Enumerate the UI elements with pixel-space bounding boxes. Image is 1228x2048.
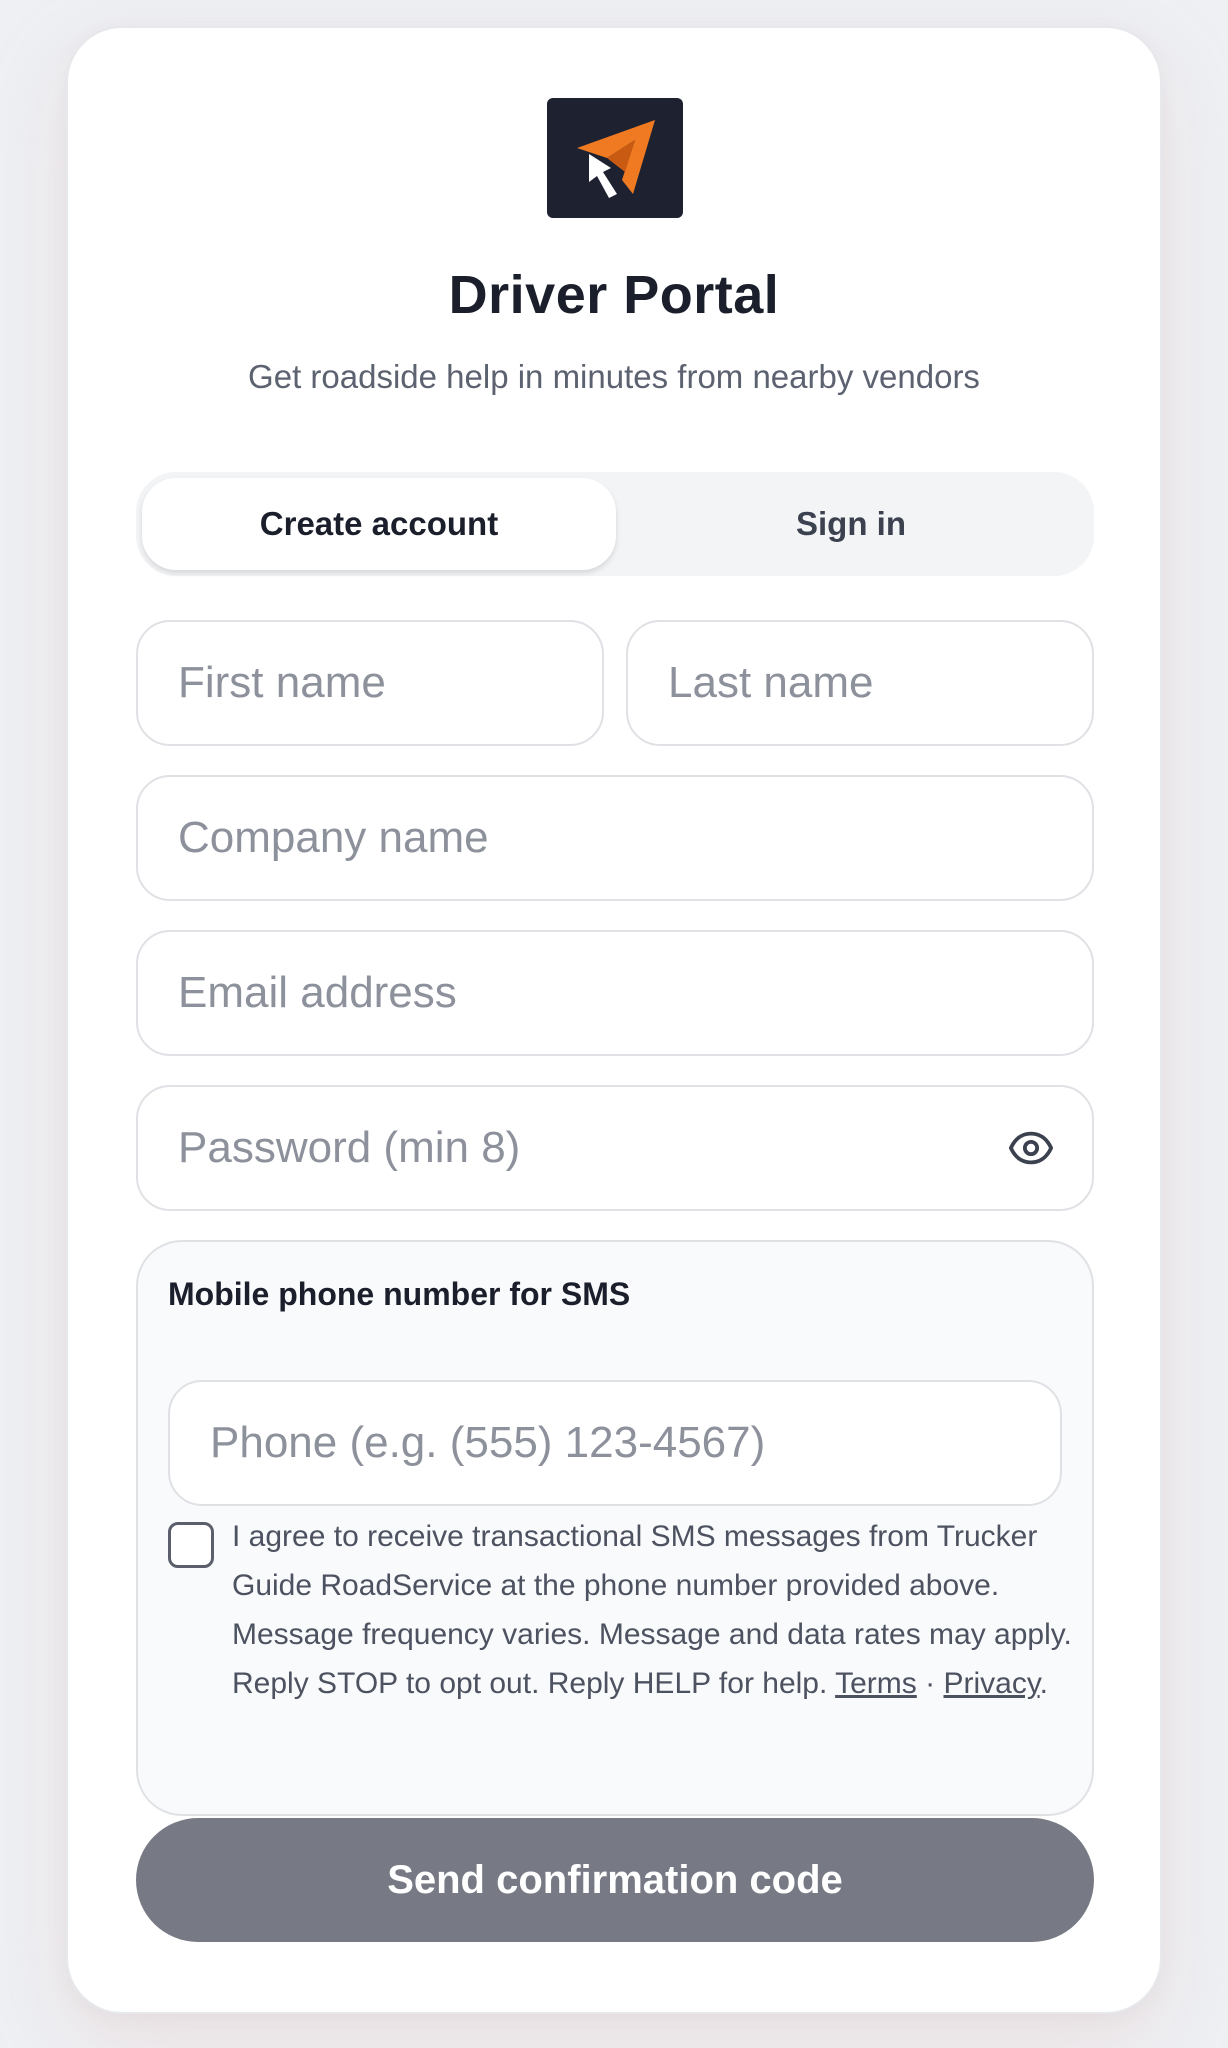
tab-sign-in[interactable]: Sign in	[614, 478, 1088, 570]
sms-label: Mobile phone number for SMS	[168, 1276, 631, 1312]
first-name-input[interactable]	[136, 620, 604, 746]
sms-section: Mobile phone number for SMS I agree to r…	[136, 1240, 1094, 1816]
eye-icon[interactable]	[1008, 1125, 1054, 1171]
send-confirmation-code-button[interactable]: Send confirmation code	[136, 1818, 1094, 1942]
page-subtitle: Get roadside help in minutes from nearby…	[248, 358, 980, 395]
link-separator: ·	[925, 1667, 936, 1700]
phone-input[interactable]	[168, 1380, 1062, 1506]
sms-consent-text: I agree to receive transactional SMS mes…	[232, 1512, 1072, 1708]
arrow-logo-icon	[577, 120, 655, 198]
terms-link[interactable]: Terms	[835, 1667, 917, 1700]
auth-tabs: Create account Sign in	[136, 472, 1094, 576]
sms-consent-checkbox[interactable]	[168, 1522, 214, 1568]
signup-card: Driver Portal Get roadside help in minut…	[66, 26, 1162, 2014]
company-name-input[interactable]	[136, 775, 1094, 901]
page-title: Driver Portal	[448, 265, 780, 325]
email-input[interactable]	[136, 930, 1094, 1056]
last-name-input[interactable]	[626, 620, 1094, 746]
password-input[interactable]	[136, 1085, 1094, 1211]
privacy-link[interactable]: Privacy	[943, 1667, 1039, 1700]
tab-create-account[interactable]: Create account	[142, 478, 616, 570]
consent-end-punct: .	[1039, 1667, 1048, 1700]
brand-logo	[547, 98, 683, 218]
